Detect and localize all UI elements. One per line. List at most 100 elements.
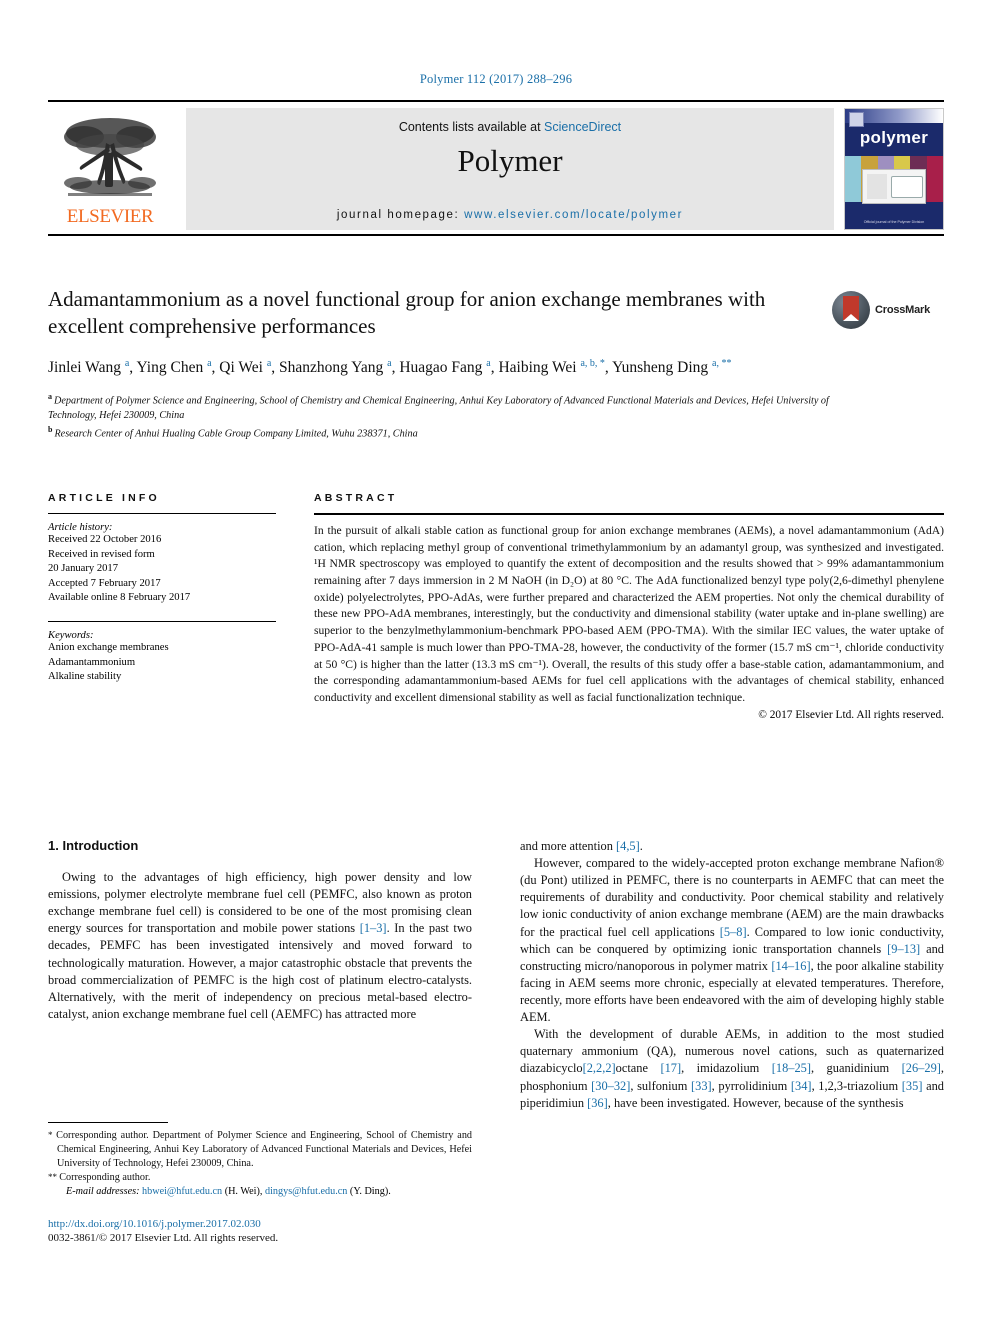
intro-paragraph-3: With the development of durable AEMs, in… xyxy=(520,1027,944,1110)
article-first-page: Polymer 112 (2017) 288–296 ELSEVIER Cont… xyxy=(0,0,992,1323)
keyword-item: Alkaline stability xyxy=(48,671,122,683)
author-separator: , xyxy=(271,358,280,376)
crossmark-icon xyxy=(832,291,870,329)
corresponding-author-note-1: * Corresponding author. Department of Po… xyxy=(48,1129,472,1171)
crossmark-label: CrossMark xyxy=(875,304,931,316)
cover-journal-name: polymer xyxy=(859,128,929,147)
abstract-rule xyxy=(314,513,944,515)
citation-link[interactable]: [9–13] xyxy=(887,942,920,956)
elsevier-wordmark: ELSEVIER xyxy=(66,206,154,227)
elsevier-tree-icon xyxy=(64,118,156,196)
author-name: Shanzhong Yang xyxy=(279,358,388,376)
section-heading-introduction: 1. Introduction xyxy=(48,838,139,853)
crossmark-badge[interactable]: CrossMark xyxy=(832,290,944,330)
keywords-rule xyxy=(48,621,276,623)
citation-link[interactable]: [4,5] xyxy=(616,839,640,853)
email-label: E-mail addresses: xyxy=(66,1185,140,1197)
intro-paragraph-2: However, compared to the widely-accepted… xyxy=(520,856,945,1025)
citation-link[interactable]: [35] xyxy=(902,1079,923,1093)
citation-link[interactable]: [33] xyxy=(691,1079,712,1093)
keywords-label: Keywords: xyxy=(48,630,94,642)
contents-prefix: Contents lists available at xyxy=(398,120,545,134)
article-history-list: Received 22 October 2016 Received in revi… xyxy=(48,533,276,606)
keywords-block: Keywords: Anion exchange membranes Adaman… xyxy=(48,621,276,685)
doi-link[interactable]: http://dx.doi.org/10.1016/j.polymer.2017… xyxy=(48,1218,548,1230)
footnote-rule xyxy=(48,1122,168,1123)
citation-link[interactable]: [1–3] xyxy=(360,921,387,935)
intro-paragraph-1: Owing to the advantages of high efficien… xyxy=(48,870,472,1021)
author-name: Ying Chen xyxy=(136,358,208,376)
citation-link[interactable]: [5–8] xyxy=(720,925,747,939)
article-info-rule xyxy=(48,513,276,514)
cover-art-tile xyxy=(926,156,943,202)
title-block: CrossMark Adamantammonium as a novel fun… xyxy=(48,286,944,441)
article-history-item: Accepted 7 February 2017 xyxy=(48,577,161,589)
citation-link[interactable]: [36] xyxy=(587,1096,608,1110)
cover-art-tile xyxy=(845,156,862,202)
article-history-label: Article history: xyxy=(48,522,113,533)
cover-badge-icon xyxy=(849,112,864,127)
author-name: Qi Wei xyxy=(219,358,267,376)
keywords-list: Anion exchange membranes Adamantammonium A… xyxy=(48,641,276,685)
contents-available-line: Contents lists available at ScienceDirec… xyxy=(186,108,834,134)
citation-link[interactable]: [14–16] xyxy=(771,959,810,973)
affiliation-item: a Department of Polymer Science and Engi… xyxy=(48,391,878,423)
email-addresses-line: E-mail addresses: hbwei@hfut.edu.cn (H. … xyxy=(48,1185,472,1199)
abstract-copyright: © 2017 Elsevier Ltd. All rights reserved… xyxy=(758,708,944,721)
author-list: Jinlei Wang a, Ying Chen a, Qi Wei a, Sh… xyxy=(48,357,848,380)
abstract-text: In the pursuit of alkali stable cation a… xyxy=(314,524,944,704)
masthead-banner: Contents lists available at ScienceDirec… xyxy=(186,108,834,230)
author-name: Jinlei Wang xyxy=(48,358,125,376)
sciencedirect-link[interactable]: ScienceDirect xyxy=(544,120,621,134)
author-name: Yunsheng Ding xyxy=(612,358,712,376)
corr-note-1-text: Corresponding author. Department of Poly… xyxy=(56,1130,473,1169)
corr-note-2-text: Corresponding author. xyxy=(59,1171,151,1183)
issn-copyright: 0032-3861/© 2017 Elsevier Ltd. All right… xyxy=(48,1232,279,1244)
homepage-url[interactable]: www.elsevier.com/locate/polymer xyxy=(464,209,683,221)
journal-cover-thumbnail: polymer Official journal of the Polymer … xyxy=(844,108,944,230)
citation-link[interactable]: [30–32] xyxy=(591,1079,630,1093)
journal-homepage-line: journal homepage: www.elsevier.com/locat… xyxy=(186,209,834,221)
abstract-heading: ABSTRACT xyxy=(314,492,398,504)
page-title: Adamantammonium as a novel functional gr… xyxy=(48,287,766,339)
citation-link[interactable]: [17] xyxy=(660,1061,681,1075)
article-history-item: 20 January 2017 xyxy=(48,563,119,575)
article-history-item: Received 22 October 2016 xyxy=(48,534,162,545)
homepage-label: journal homepage: xyxy=(336,209,465,221)
corresponding-author-note-2: ** Corresponding author. xyxy=(48,1171,472,1185)
masthead-bottom-rule xyxy=(48,234,944,236)
article-info-column: ARTICLE INFO Article history: Received 2… xyxy=(48,492,276,721)
masthead-top-rule xyxy=(48,100,944,102)
email-link-1[interactable]: hbwei@hfut.edu.cn xyxy=(142,1186,222,1197)
doi-block: http://dx.doi.org/10.1016/j.polymer.2017… xyxy=(48,1218,548,1244)
article-history-item: Received in revised form xyxy=(48,548,155,560)
citation-link[interactable]: [34] xyxy=(791,1079,812,1093)
citation-link[interactable]: [26–29] xyxy=(902,1061,941,1075)
footnote-block: * Corresponding author. Department of Po… xyxy=(48,1122,472,1198)
keyword-item: Anion exchange membranes xyxy=(48,642,169,654)
body-column-right: and more attention [4,5]. However, compa… xyxy=(520,838,944,1112)
affiliation-item: b Research Center of Anhui Hualing Cable… xyxy=(48,424,878,442)
intro-paragraph-1-continued: and more attention [4,5]. xyxy=(520,839,643,853)
info-abstract-block: ARTICLE INFO Article history: Received 2… xyxy=(48,492,944,721)
body-area: 1. Introduction Owing to the advantages … xyxy=(48,838,944,1112)
article-info-heading: ARTICLE INFO xyxy=(48,492,160,504)
affiliation-text: Research Center of Anhui Hualing Cable G… xyxy=(54,427,418,439)
citation-link[interactable]: [2,2,2] xyxy=(583,1061,616,1075)
affiliation-list: a Department of Polymer Science and Engi… xyxy=(48,391,878,441)
keyword-item: Adamantammonium xyxy=(48,656,136,668)
email-link-2[interactable]: dingys@hfut.edu.cn xyxy=(265,1186,347,1197)
article-history-item: Available online 8 February 2017 xyxy=(48,592,191,604)
affiliation-text: Department of Polymer Science and Engine… xyxy=(48,395,829,422)
email-owner-1: (H. Wei), xyxy=(224,1185,263,1197)
cover-inset-figure xyxy=(862,169,926,204)
body-column-left: 1. Introduction Owing to the advantages … xyxy=(48,838,472,1112)
journal-title: Polymer xyxy=(457,143,563,178)
abstract-column: ABSTRACT In the pursuit of alkali stable… xyxy=(276,492,944,721)
author-name: Haibing Wei xyxy=(498,358,581,376)
citation-link[interactable]: [18–25] xyxy=(772,1061,811,1075)
cover-footer-text: Official journal of the Polymer Division xyxy=(863,219,925,224)
double-asterisk-icon: ** xyxy=(48,1171,60,1182)
journal-masthead: ELSEVIER Contents lists available at Sci… xyxy=(48,100,944,236)
author-affiliation-mark: a, b, * xyxy=(580,357,605,369)
